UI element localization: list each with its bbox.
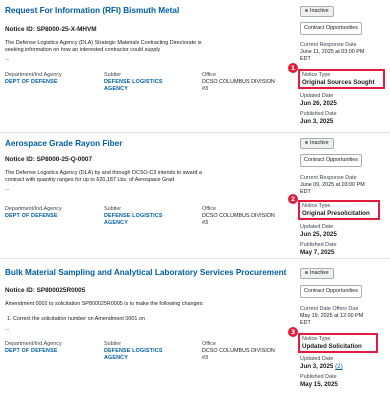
status-badge: Inactive [300, 268, 334, 279]
office-label: Office [202, 72, 216, 78]
office-label: Office [202, 206, 216, 212]
subtier-label: Subtier [104, 72, 122, 78]
department-label: Department/Ind.Agency [5, 206, 62, 212]
contract-opportunities-button[interactable]: Contract Opportunities [300, 22, 362, 35]
status-dot-icon [305, 9, 308, 13]
department-link[interactable]: DEPT OF DEFENSE [5, 348, 58, 355]
department-link[interactable]: DEPT OF DEFENSE [5, 79, 58, 86]
updated-date-label: Updated Date [300, 224, 334, 230]
updated-date-value: Jun 26, 2025 [300, 100, 337, 107]
offers-due-value: May 19, 2025 at 12:00 PM EDT [300, 313, 364, 326]
notice-type-highlight [298, 69, 385, 89]
contract-opportunities-button[interactable]: Contract Opportunities [300, 285, 362, 298]
annotation-marker: 3 [288, 327, 298, 337]
status-dot-icon [305, 141, 308, 145]
published-date-value: Jun 3, 2025 [300, 118, 334, 125]
description: Amendment 0002 to solicitation SP800025R… [5, 301, 204, 323]
result-card: Bulk Material Sampling and Analytical La… [0, 259, 390, 400]
notice-id: Notice ID: SP800025R0005 [5, 287, 86, 294]
subtier-label: Subtier [104, 206, 122, 212]
subtier-link[interactable]: DEFENSE LOGISTICS AGENCY [104, 348, 163, 362]
updated-date-label: Updated Date [300, 93, 334, 99]
description-ellipsis: ... [5, 186, 10, 192]
published-date-label: Published Date [300, 242, 337, 248]
description: The Defense Logistics Agency (DLA) Strat… [5, 40, 202, 54]
notice-id: Notice ID: SP8000-25-Q-0007 [5, 156, 93, 163]
published-date-value: May 7, 2025 [300, 249, 335, 256]
contract-opportunities-button[interactable]: Contract Opportunities [300, 154, 362, 167]
description-ellipsis: ... [5, 326, 10, 332]
result-card: Aerospace Grade Rayon Fiber Notice ID: S… [0, 133, 390, 259]
response-date-value: June 11, 2025 at 03:00 PM EDT [300, 49, 365, 62]
office-value: DCSO COLUMBUS DIVISION #3 [202, 79, 275, 93]
subtier-link[interactable]: DEFENSE LOGISTICS AGENCY [104, 213, 163, 227]
published-date-label: Published Date [300, 374, 337, 380]
status-dot-icon [305, 271, 308, 275]
published-date-value: May 15, 2025 [300, 381, 338, 388]
result-card: Request For Information (RFI) Bismuth Me… [0, 0, 390, 133]
result-title-link[interactable]: Bulk Material Sampling and Analytical La… [5, 268, 286, 277]
status-badge: Inactive [300, 6, 334, 17]
subtier-label: Subtier [104, 341, 122, 347]
updated-date-label: Updated Date [300, 356, 334, 362]
response-date-label: Current Response Date [300, 175, 357, 181]
notice-id: Notice ID: SP8000-25-X-MHVM [5, 26, 97, 33]
department-label: Department/Ind.Agency [5, 72, 62, 78]
notice-type-highlight [298, 200, 380, 220]
published-date-label: Published Date [300, 111, 337, 117]
office-label: Office [202, 341, 216, 347]
office-value: DCSO COLUMBUS DIVISION #3 [202, 213, 275, 227]
office-value: DCSO COLUMBUS DIVISION #3 [202, 348, 275, 362]
status-badge: Inactive [300, 138, 334, 149]
result-title-link[interactable]: Aerospace Grade Rayon Fiber [5, 139, 122, 148]
updated-date-value: Jun 3, 2025 (2) [300, 363, 343, 370]
annotation-marker: 1 [288, 63, 298, 73]
notice-type-highlight [298, 333, 378, 353]
subtier-link[interactable]: DEFENSE LOGISTICS AGENCY [104, 79, 163, 93]
result-title-link[interactable]: Request For Information (RFI) Bismuth Me… [5, 6, 179, 15]
offers-due-label: Current Date Offers Due [300, 306, 359, 312]
updated-date-value: Jun 25, 2025 [300, 231, 337, 238]
department-label: Department/Ind.Agency [5, 341, 62, 347]
response-date-value: June 09, 2025 at 03:00 PM EDT [300, 182, 365, 195]
description: The Defense Logistics Agency (DLA) by an… [5, 170, 202, 184]
department-link[interactable]: DEPT OF DEFENSE [5, 213, 58, 220]
response-date-label: Current Response Date [300, 42, 357, 48]
description-ellipsis: ... [5, 56, 10, 62]
annotation-marker: 2 [288, 194, 298, 204]
updates-count-link[interactable]: (2) [335, 363, 343, 370]
